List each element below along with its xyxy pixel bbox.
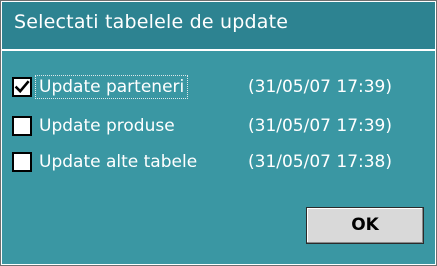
update-tables-dialog: Selectati tabelele de update Update part…: [0, 0, 437, 266]
list-item-update-alte-tabele[interactable]: Update alte tabele (31/05/07 17:38): [12, 151, 432, 179]
update-alte-tabele-checkbox[interactable]: [12, 152, 32, 172]
ok-button[interactable]: OK: [306, 207, 424, 244]
update-alte-tabele-label[interactable]: Update alte tabele: [36, 151, 200, 173]
list-item-update-produse[interactable]: Update produse (31/05/07 17:39): [12, 115, 432, 143]
update-parteneri-label[interactable]: Update parteneri: [34, 75, 189, 99]
checkmark-icon: [14, 80, 30, 94]
dialog-body: Update parteneri (31/05/07 17:39) Update…: [2, 51, 435, 264]
update-produse-timestamp: (31/05/07 17:39): [248, 116, 393, 136]
update-produse-label[interactable]: Update produse: [36, 115, 178, 137]
list-item-update-parteneri[interactable]: Update parteneri (31/05/07 17:39): [12, 75, 432, 104]
title-bar: Selectati tabelele de update: [2, 2, 435, 49]
update-parteneri-timestamp: (31/05/07 17:39): [248, 77, 393, 97]
dialog-title: Selectati tabelele de update: [14, 11, 289, 33]
update-produse-checkbox[interactable]: [12, 116, 32, 136]
update-parteneri-checkbox[interactable]: [12, 77, 32, 97]
update-alte-tabele-timestamp: (31/05/07 17:38): [248, 152, 393, 172]
